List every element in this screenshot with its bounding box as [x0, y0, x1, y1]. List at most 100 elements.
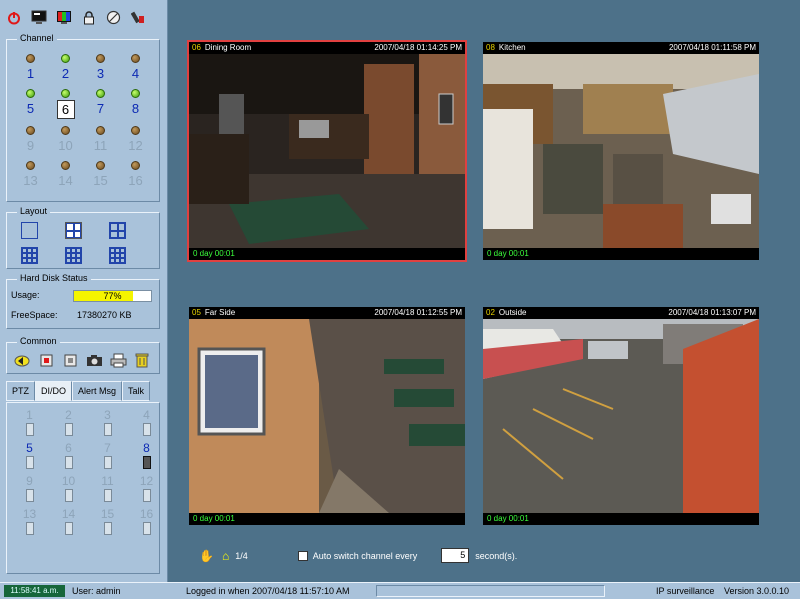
dido-switch[interactable]	[25, 423, 34, 436]
channel-13[interactable]: 13	[13, 161, 48, 189]
dido-14[interactable]: 14	[49, 507, 88, 535]
camera-timestamp: 2007/04/18 01:11:58 PM	[668, 43, 756, 52]
tab-alert-msg[interactable]: Alert Msg	[72, 381, 123, 401]
power-icon[interactable]	[4, 8, 23, 27]
channel-status-led	[96, 161, 105, 170]
camera-view-far-side[interactable]: 05 Far Side 2007/04/18 01:12:55 PM 0 day …	[189, 307, 465, 525]
dido-switch[interactable]	[64, 489, 73, 502]
dido-3[interactable]: 3	[88, 408, 127, 436]
dido-2[interactable]: 2	[49, 408, 88, 436]
layout-3x3-button[interactable]	[21, 247, 38, 264]
layout-1plus3-button[interactable]	[109, 222, 126, 239]
channel-number[interactable]: 12	[127, 137, 145, 154]
channel-10[interactable]: 10	[48, 126, 83, 154]
dido-15[interactable]: 15	[88, 507, 127, 535]
usage-label: Usage:	[11, 290, 40, 300]
dido-13[interactable]: 13	[10, 507, 49, 535]
layout-2x2-button[interactable]	[65, 222, 82, 239]
dido-9[interactable]: 9	[10, 474, 49, 502]
channel-4[interactable]: 4	[118, 54, 153, 82]
dido-5[interactable]: 5	[10, 441, 49, 469]
color-palette-icon[interactable]	[54, 8, 73, 27]
channel-number[interactable]: 10	[57, 137, 75, 154]
lock-icon[interactable]	[79, 8, 98, 27]
dido-6[interactable]: 6	[49, 441, 88, 469]
channel-number[interactable]: 9	[22, 137, 40, 154]
dido-switch[interactable]	[64, 423, 73, 436]
channel-1[interactable]: 1	[13, 54, 48, 82]
seconds-input[interactable]: 5	[441, 548, 470, 563]
channel-11[interactable]: 11	[83, 126, 118, 154]
auto-switch-checkbox[interactable]	[297, 550, 308, 561]
dido-16[interactable]: 16	[127, 507, 166, 535]
channel-14[interactable]: 14	[48, 161, 83, 189]
channel-number[interactable]: 8	[127, 100, 145, 117]
tools-icon[interactable]	[129, 8, 148, 27]
dido-12[interactable]: 12	[127, 474, 166, 502]
channel-number[interactable]: 15	[92, 172, 110, 189]
channel-6[interactable]: 6	[48, 89, 83, 119]
layout-1x1-button[interactable]	[21, 222, 38, 239]
channel-number[interactable]: 2	[57, 65, 75, 82]
dido-11[interactable]: 11	[88, 474, 127, 502]
channel-8[interactable]: 8	[118, 89, 153, 119]
camera-view-kitchen[interactable]: 08 Kitchen 2007/04/18 01:11:58 PM 0 day 0…	[483, 42, 759, 260]
tab-ptz[interactable]: PTZ	[6, 381, 35, 401]
channel-5[interactable]: 5	[13, 89, 48, 119]
trash-icon[interactable]	[133, 351, 151, 369]
channel-number[interactable]: 7	[92, 100, 110, 117]
channel-3[interactable]: 3	[83, 54, 118, 82]
channel-number[interactable]: 11	[92, 137, 110, 154]
dido-1[interactable]: 1	[10, 408, 49, 436]
dido-switch[interactable]	[103, 423, 112, 436]
layout-4x4-button[interactable]	[65, 247, 82, 264]
dido-7[interactable]: 7	[88, 441, 127, 469]
channel-9[interactable]: 9	[13, 126, 48, 154]
channel-2[interactable]: 2	[48, 54, 83, 82]
dido-switch[interactable]	[103, 489, 112, 502]
dido-8[interactable]: 8	[127, 441, 166, 469]
channel-12[interactable]: 12	[118, 126, 153, 154]
camera-view-dining-room[interactable]: 06 Dining Room 2007/04/18 01:14:25 PM 0 d…	[187, 40, 467, 262]
no-entry-icon[interactable]	[104, 8, 123, 27]
seconds-label: second(s).	[475, 550, 518, 561]
channel-number[interactable]: 4	[127, 65, 145, 82]
dido-switch[interactable]	[64, 456, 73, 469]
tab-talk[interactable]: Talk	[122, 381, 151, 401]
dido-switch[interactable]	[142, 456, 151, 469]
speaker-icon[interactable]	[13, 351, 31, 369]
channel-7[interactable]: 7	[83, 89, 118, 119]
dido-switch[interactable]	[64, 522, 73, 535]
monitor-icon[interactable]	[29, 8, 48, 27]
channel-status-led	[26, 161, 35, 170]
printer-icon[interactable]	[109, 351, 127, 369]
layout-5x5-button[interactable]	[109, 247, 126, 264]
hand-icon[interactable]: ✋	[199, 549, 214, 563]
channel-15[interactable]: 15	[83, 161, 118, 189]
dido-switch[interactable]	[25, 522, 34, 535]
status-message-box	[376, 585, 605, 597]
record-icon[interactable]	[37, 351, 55, 369]
channel-16[interactable]: 16	[118, 161, 153, 189]
channel-number[interactable]: 16	[127, 172, 145, 189]
dido-10[interactable]: 10	[49, 474, 88, 502]
channel-number[interactable]: 14	[57, 172, 75, 189]
camera-icon[interactable]	[85, 351, 103, 369]
dido-switch[interactable]	[103, 456, 112, 469]
channel-number[interactable]: 3	[92, 65, 110, 82]
dido-switch[interactable]	[142, 489, 151, 502]
dido-switch[interactable]	[142, 423, 151, 436]
camera-view-outside[interactable]: 02 Outside 2007/04/18 01:13:07 PM 0 day 0…	[483, 307, 759, 525]
stop-icon[interactable]	[61, 351, 79, 369]
channel-number[interactable]: 13	[22, 172, 40, 189]
dido-switch[interactable]	[25, 489, 34, 502]
dido-switch[interactable]	[103, 522, 112, 535]
dido-switch[interactable]	[142, 522, 151, 535]
pin-icon[interactable]: ⌂	[222, 549, 229, 563]
tab-dido[interactable]: DI/DO	[35, 381, 73, 401]
dido-switch[interactable]	[25, 456, 34, 469]
channel-number[interactable]: 6	[56, 100, 75, 119]
channel-number[interactable]: 1	[22, 65, 40, 82]
channel-number[interactable]: 5	[22, 100, 40, 117]
dido-4[interactable]: 4	[127, 408, 166, 436]
